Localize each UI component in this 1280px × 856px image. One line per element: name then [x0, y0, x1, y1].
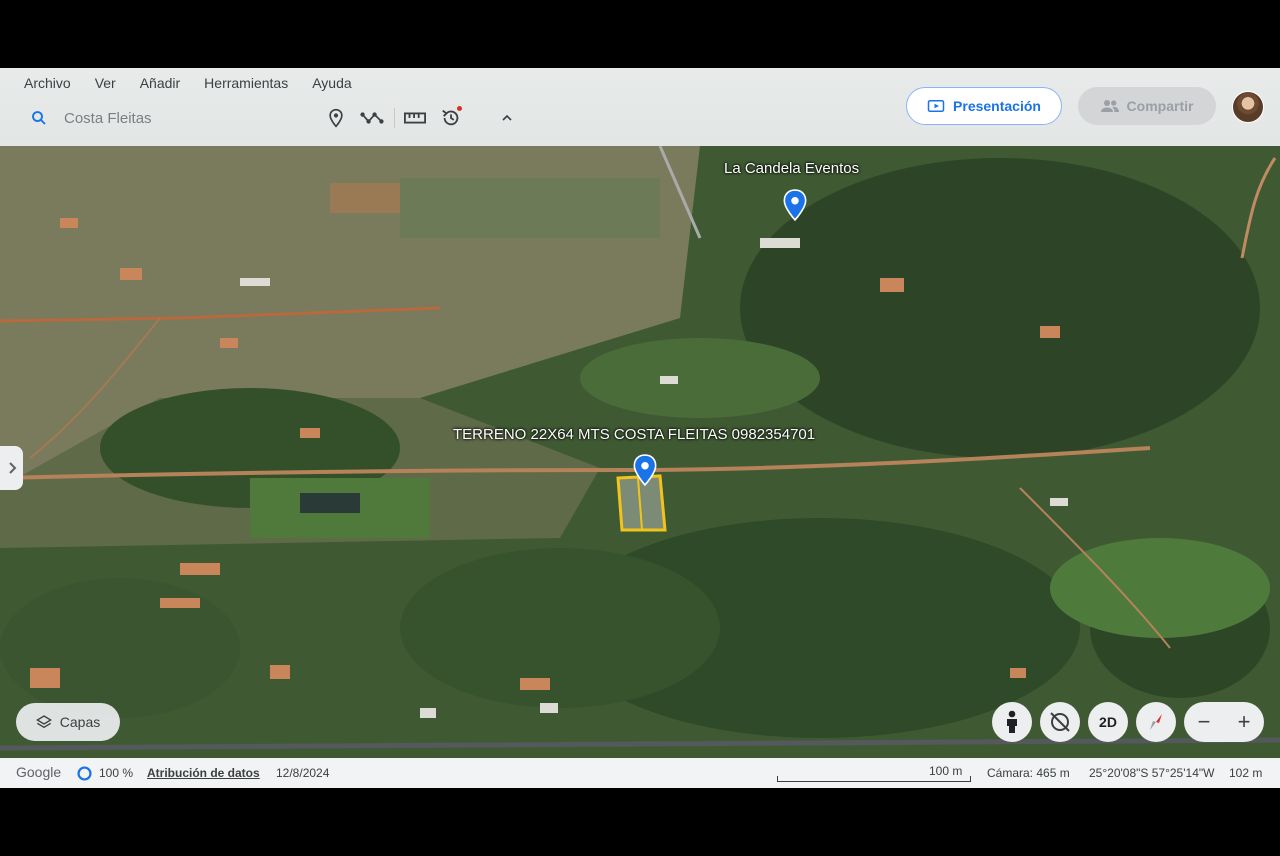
top-toolbar: Archivo Ver Añadir Herramientas Ayuda Co…: [0, 68, 1280, 146]
menu-bar: Archivo Ver Añadir Herramientas Ayuda: [12, 74, 364, 92]
share-button[interactable]: Compartir: [1078, 87, 1216, 125]
slideshow-icon: [927, 100, 945, 112]
menu-anadir[interactable]: Añadir: [128, 74, 192, 92]
menu-ver[interactable]: Ver: [83, 74, 128, 92]
scale-label: 100 m: [929, 764, 963, 778]
cursor-coordinates: 25°20'08"S 57°25'14"W: [1089, 766, 1215, 780]
zoom-out-button[interactable]: −: [1198, 711, 1211, 733]
compass-icon: [1150, 714, 1162, 730]
notification-dot: [457, 106, 462, 111]
toolbar-divider: [394, 108, 395, 128]
tool-icons: [322, 104, 529, 132]
google-earth-app: Archivo Ver Añadir Herramientas Ayuda Co…: [0, 68, 1280, 788]
layers-icon: [35, 715, 52, 729]
search-box: [30, 106, 270, 130]
location-pin-icon[interactable]: [782, 189, 808, 221]
layers-label: Capas: [59, 714, 101, 730]
compass-button[interactable]: [1136, 702, 1176, 742]
menu-ayuda[interactable]: Ayuda: [300, 74, 363, 92]
view-mode-2d-button[interactable]: 2D: [1088, 702, 1128, 742]
avatar[interactable]: [1232, 91, 1264, 123]
camera-altitude: Cámara: 465 m: [987, 766, 1070, 780]
people-icon: [1100, 100, 1119, 112]
reset-tilt-button[interactable]: [1040, 702, 1080, 742]
menu-herramientas[interactable]: Herramientas: [192, 74, 300, 92]
elevation: 102 m: [1229, 766, 1263, 780]
street-view-button[interactable]: [992, 702, 1032, 742]
placemark-label-la-candela[interactable]: La Candela Eventos: [724, 160, 859, 177]
history-icon[interactable]: [437, 104, 465, 132]
view-mode-label: 2D: [1099, 714, 1117, 730]
presentation-label: Presentación: [953, 98, 1041, 114]
reset-view-icon: [1050, 712, 1070, 732]
search-input[interactable]: [62, 108, 266, 128]
location-pin-icon[interactable]: [632, 454, 658, 486]
google-logo: Google: [16, 764, 62, 780]
search-icon[interactable]: [30, 109, 48, 127]
path-icon[interactable]: [358, 104, 386, 132]
zoom-in-button[interactable]: +: [1238, 711, 1251, 733]
side-panel-toggle[interactable]: [0, 446, 23, 490]
pegman-icon: [1007, 710, 1017, 733]
placemark-label-terreno[interactable]: TERRENO 22X64 MTS COSTA FLEITAS 09823547…: [453, 426, 815, 443]
menu-archivo[interactable]: Archivo: [12, 74, 83, 92]
ruler-icon[interactable]: [401, 104, 429, 132]
presentation-button[interactable]: Presentación: [906, 87, 1062, 125]
loading-ring-icon: [77, 766, 92, 781]
status-bar: Google 100 % Atribución de datos 12/8/20…: [0, 758, 1280, 788]
share-label: Compartir: [1126, 98, 1194, 114]
chevron-up-icon[interactable]: [493, 104, 521, 132]
load-percent: 100 %: [99, 766, 134, 780]
placemark-icon[interactable]: [322, 104, 350, 132]
imagery-date: 12/8/2024: [276, 766, 330, 780]
data-attribution-link[interactable]: Atribución de datos: [147, 766, 260, 780]
chevron-right-icon: [8, 462, 16, 474]
layers-button[interactable]: Capas: [16, 703, 120, 741]
zoom-controls: − +: [1184, 702, 1264, 742]
